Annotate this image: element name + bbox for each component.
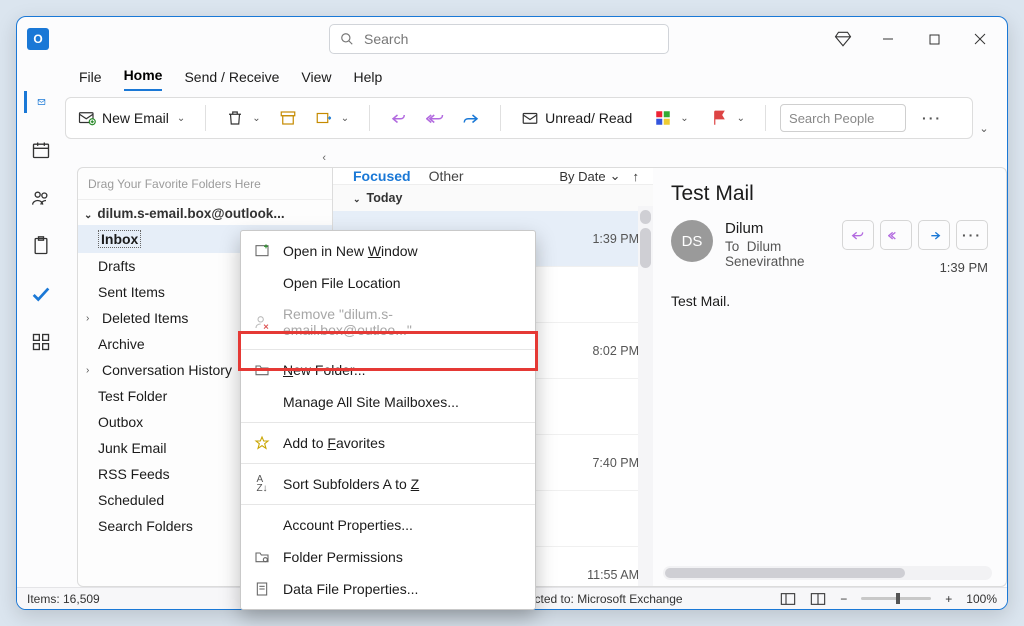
forward-icon bbox=[462, 109, 480, 127]
outlook-icon: O bbox=[27, 28, 49, 50]
mail-from: Dilum bbox=[725, 220, 830, 237]
reply-icon bbox=[390, 109, 408, 127]
read-more-button[interactable]: ··· bbox=[956, 220, 988, 250]
ctx-remove-account: Remove "dilum.s-email.box@outloo..." bbox=[241, 299, 535, 345]
flag-button[interactable]: ⌄ bbox=[705, 105, 751, 131]
status-item-count: Items: 16,509 bbox=[27, 592, 100, 606]
ribbon-expand-button[interactable]: ⌄ bbox=[973, 122, 995, 135]
ctx-new-folder[interactable]: New Folder... bbox=[241, 354, 535, 386]
delete-button[interactable]: ⌄ bbox=[220, 105, 266, 131]
window-plus-icon bbox=[253, 242, 271, 260]
group-today[interactable]: ⌄Today bbox=[333, 185, 653, 211]
account-header[interactable]: ⌄dilum.s-email.box@outlook... bbox=[78, 200, 332, 225]
rail-tasks[interactable] bbox=[30, 235, 52, 257]
rail-more[interactable] bbox=[30, 331, 52, 353]
search-people-input[interactable]: Search People bbox=[780, 104, 906, 132]
ctx-data-file-properties[interactable]: Data File Properties... bbox=[241, 573, 535, 605]
categorize-button[interactable]: ⌄ bbox=[648, 105, 694, 131]
unread-label: Unread/ Read bbox=[545, 110, 632, 126]
reply-all-icon bbox=[426, 109, 444, 127]
close-button[interactable] bbox=[957, 17, 1003, 61]
move-button[interactable]: ⌄ bbox=[309, 105, 355, 131]
ribbon: New Email⌄ ⌄ ⌄ Unread/ Read ⌄ ⌄ Search P… bbox=[65, 97, 973, 139]
msg-scrollbar[interactable] bbox=[638, 206, 653, 586]
categories-icon bbox=[654, 109, 672, 127]
menu-help[interactable]: Help bbox=[354, 69, 383, 91]
ctx-add-favorites[interactable]: Add to Favorites bbox=[241, 427, 535, 459]
menu-home[interactable]: Home bbox=[124, 67, 163, 91]
reading-pane: Test Mail DS Dilum To Dilum Senevirathne… bbox=[653, 167, 1007, 587]
collapse-folder-pane[interactable]: ‹ bbox=[322, 152, 326, 164]
view-reading-icon[interactable] bbox=[810, 592, 826, 606]
content-area: ‹ Drag Your Favorite Folders Here ⌄dilum… bbox=[77, 167, 1007, 587]
new-email-label: New Email bbox=[102, 110, 169, 126]
folder-icon bbox=[253, 361, 271, 379]
move-icon bbox=[315, 109, 333, 127]
zoom-out-button[interactable]: − bbox=[840, 592, 847, 606]
read-forward-button[interactable] bbox=[918, 220, 950, 250]
tab-other[interactable]: Other bbox=[429, 168, 464, 184]
sort-by-button[interactable]: By Date⌄↑ bbox=[559, 168, 639, 184]
sort-az-icon: AZ↓ bbox=[253, 475, 271, 493]
new-email-button[interactable]: New Email⌄ bbox=[72, 105, 191, 131]
ctx-manage-mailboxes[interactable]: Manage All Site Mailboxes... bbox=[241, 386, 535, 418]
context-menu: Open in New Window Open File Location Re… bbox=[240, 230, 536, 610]
mail-body: Test Mail. bbox=[671, 293, 988, 309]
zoom-in-button[interactable]: + bbox=[945, 592, 952, 606]
search-placeholder: Search bbox=[364, 31, 408, 47]
mail-to-label: To bbox=[725, 239, 739, 254]
mail-time: 1:39 PM bbox=[940, 260, 988, 275]
favorites-hint: ‹ Drag Your Favorite Folders Here bbox=[78, 168, 332, 200]
reading-hscroll[interactable] bbox=[663, 566, 992, 580]
premium-icon[interactable] bbox=[821, 17, 865, 61]
menu-view[interactable]: View bbox=[301, 69, 331, 91]
menu-file[interactable]: File bbox=[79, 69, 102, 91]
rail-todo[interactable] bbox=[30, 283, 52, 305]
view-normal-icon[interactable] bbox=[780, 592, 796, 606]
rail-mail[interactable] bbox=[24, 91, 46, 113]
forward-button[interactable] bbox=[456, 105, 486, 131]
minimize-button[interactable] bbox=[865, 17, 911, 61]
ctx-open-file-location[interactable]: Open File Location bbox=[241, 267, 535, 299]
zoom-value: 100% bbox=[966, 592, 997, 606]
search-input[interactable]: Search bbox=[329, 24, 669, 54]
mail-plus-icon bbox=[78, 109, 96, 127]
rail-people[interactable] bbox=[30, 187, 52, 209]
read-reply-all-button[interactable] bbox=[880, 220, 912, 250]
ctx-sort-subfolders[interactable]: AZ↓Sort Subfolders A to Z bbox=[241, 468, 535, 500]
read-reply-button[interactable] bbox=[842, 220, 874, 250]
archive-icon bbox=[279, 109, 297, 127]
ctx-account-properties[interactable]: Account Properties... bbox=[241, 509, 535, 541]
nav-rail bbox=[17, 61, 65, 587]
mail-subject: Test Mail bbox=[671, 182, 988, 206]
search-people-placeholder: Search People bbox=[789, 111, 874, 126]
search-icon bbox=[340, 32, 354, 46]
rail-calendar[interactable] bbox=[30, 139, 52, 161]
permissions-icon bbox=[253, 548, 271, 566]
star-icon bbox=[253, 434, 271, 452]
ctx-folder-permissions[interactable]: Folder Permissions bbox=[241, 541, 535, 573]
properties-icon bbox=[253, 580, 271, 598]
flag-icon bbox=[711, 109, 729, 127]
ribbon-more-button[interactable]: ··· bbox=[916, 106, 948, 130]
ctx-open-new-window[interactable]: Open in New Window bbox=[241, 235, 535, 267]
envelope-icon bbox=[521, 109, 539, 127]
trash-icon bbox=[226, 109, 244, 127]
unread-read-button[interactable]: Unread/ Read bbox=[515, 105, 638, 131]
avatar: DS bbox=[671, 220, 713, 262]
menu-send-receive[interactable]: Send / Receive bbox=[184, 69, 279, 91]
menu-bar: File Home Send / Receive View Help bbox=[65, 61, 1007, 91]
zoom-slider[interactable] bbox=[861, 597, 931, 600]
titlebar: O Search bbox=[17, 17, 1007, 61]
reply-all-button[interactable] bbox=[420, 105, 450, 131]
archive-button[interactable] bbox=[273, 105, 303, 131]
reply-button[interactable] bbox=[384, 105, 414, 131]
person-remove-icon bbox=[253, 313, 271, 331]
maximize-button[interactable] bbox=[911, 17, 957, 61]
